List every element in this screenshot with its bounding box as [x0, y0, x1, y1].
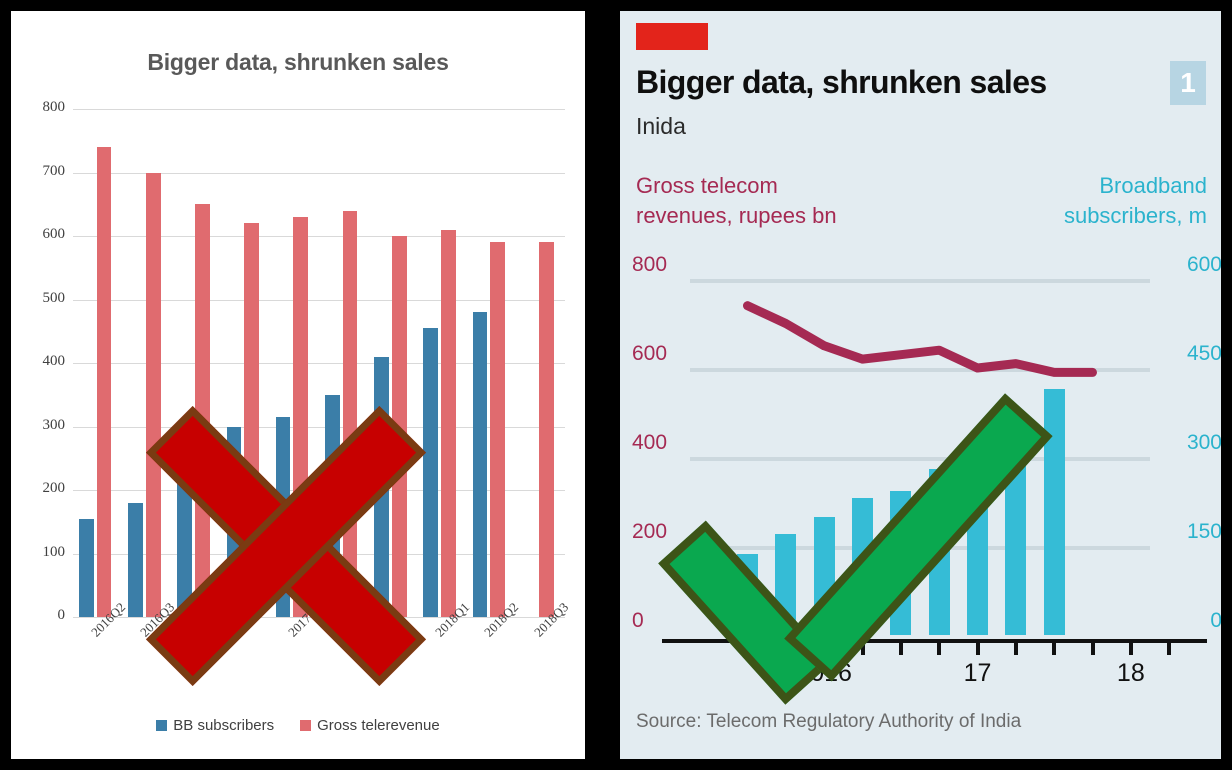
page-title-economist: Bigger data, shrunken sales	[636, 64, 1047, 100]
excel-chart-panel: Bigger data, shrunken sales 0 100 200 300 40…	[11, 11, 585, 759]
x-axis-tick-label: 17	[963, 659, 992, 687]
bar-broadband-subscribers	[851, 497, 874, 635]
x-axis-tick	[1052, 643, 1057, 655]
y-axis-left-tick-label: 600	[632, 342, 668, 365]
chart-number-badge: 1	[1170, 61, 1206, 105]
gridline	[690, 368, 1150, 372]
bar-broadband-subscribers	[813, 516, 835, 635]
excel-plot-area: 0 100 200 300 400 500 600 700 800 2016Q2 2016Q3 201…	[43, 99, 571, 640]
y-axis-tick-label: 800	[42, 99, 66, 115]
x-axis-tick	[745, 643, 750, 655]
x-axis-tick	[783, 643, 788, 655]
bar-bb-subscribers	[374, 356, 389, 617]
legend-swatch-red	[300, 720, 312, 731]
x-axis-tick	[1013, 643, 1018, 655]
bar-bb-subscribers	[324, 394, 340, 617]
x-axis-tick	[1128, 643, 1133, 655]
bar-bb-subscribers	[177, 445, 193, 617]
gridline	[690, 546, 1150, 550]
x-axis-tick-label: 2016	[796, 659, 852, 687]
page-title: Bigger data, shrunken sales	[147, 49, 449, 75]
y-axis-tick-label: 400	[42, 353, 66, 369]
x-axis-line	[662, 639, 1207, 643]
x-axis-tick	[1167, 643, 1172, 655]
comparison-figure: Bigger data, shrunken sales 0 100 200 300 40…	[0, 0, 1232, 770]
x-axis-tick	[860, 643, 865, 655]
y-axis-tick-label: 600	[42, 226, 66, 242]
economist-plot-area: 0 0 200 150 400 300 600 450 800 600	[632, 253, 1221, 635]
bar-bb-subscribers	[472, 312, 488, 617]
bar-gross-telerevenue	[244, 223, 259, 617]
legend-label-bb: BB subscribers	[173, 717, 275, 734]
bar-gross-telerevenue	[539, 242, 555, 617]
bar-broadband-subscribers	[1005, 426, 1027, 635]
gridline	[690, 279, 1150, 283]
gridline	[690, 457, 1150, 461]
source-note: Source: Telecom Regulatory Authority of …	[636, 711, 1022, 732]
left-axis-series-label-line1: Gross telecom	[636, 173, 778, 198]
y-axis-right-tick-label: 150	[1186, 520, 1221, 543]
subtitle: Inida	[636, 113, 686, 139]
legend-label-revenue: Gross telerevenue	[317, 717, 440, 734]
y-axis-left-tick-label: 0	[632, 609, 644, 632]
y-axis-tick-label: 200	[42, 480, 66, 496]
y-axis-tick-label: 100	[42, 543, 66, 560]
bar-broadband-subscribers	[928, 468, 950, 635]
y-axis-right-tick-label: 0	[1210, 609, 1221, 632]
bar-gross-telerevenue	[195, 204, 210, 617]
x-axis-tick	[822, 643, 827, 655]
x-axis-tick-label: 18	[1116, 659, 1145, 687]
y-axis-right-tick-label: 600	[1186, 253, 1221, 276]
bar-gross-telerevenue	[490, 242, 505, 617]
y-axis-tick-label: 300	[42, 416, 66, 433]
bar-gross-telerevenue	[96, 147, 112, 617]
left-axis-series-label: Gross telecom revenues, rupees bn	[636, 171, 886, 230]
bar-bb-subscribers	[226, 426, 242, 617]
bar-gross-telerevenue	[391, 236, 407, 617]
gridline	[73, 109, 565, 110]
bar-broadband-subscribers	[736, 554, 759, 635]
y-axis-left-tick-label: 200	[632, 520, 668, 543]
right-axis-series-label-line1: Broadband	[1099, 173, 1207, 198]
bar-bb-subscribers	[423, 328, 439, 617]
left-axis-series-label-line2: revenues, rupees bn	[636, 202, 837, 228]
y-axis-tick-label: 500	[42, 289, 66, 306]
y-axis-left-tick-label: 800	[632, 253, 668, 276]
bar-bb-subscribers	[128, 502, 143, 617]
bar-gross-telerevenue	[342, 210, 358, 617]
legend-swatch-blue	[156, 720, 168, 731]
bar-gross-telerevenue	[293, 216, 309, 617]
legend-item-revenue: Gross telerevenue	[300, 717, 440, 734]
chart-legend: BB subscribers Gross telerevenue	[11, 717, 585, 734]
right-axis-series-label: Broadband subscribers, m	[957, 171, 1207, 230]
y-axis-right-tick-label: 450	[1186, 342, 1221, 365]
legend-item-bb: BB subscribers	[156, 717, 274, 734]
bar-broadband-subscribers	[966, 445, 989, 635]
bar-bb-subscribers	[78, 518, 94, 617]
bar-broadband-subscribers	[1043, 389, 1065, 635]
x-axis-tick	[1090, 643, 1095, 655]
bar-bb-subscribers	[275, 416, 291, 617]
economist-chart-panel: Bigger data, shrunken sales Inida 1 Gros…	[620, 11, 1221, 759]
x-axis-tick	[975, 643, 980, 655]
y-axis-left-tick-label: 400	[632, 431, 668, 454]
x-axis-tick	[937, 643, 942, 655]
x-axis-tick	[898, 643, 903, 655]
bar-broadband-subscribers	[775, 534, 797, 635]
y-axis-tick-label: 0	[57, 607, 66, 623]
bar-broadband-subscribers	[890, 490, 912, 635]
y-axis-right-tick-label: 300	[1186, 431, 1221, 454]
y-axis-tick-label: 700	[42, 162, 66, 179]
bar-gross-telerevenue	[441, 229, 456, 617]
right-axis-series-label-line2: subscribers, m	[1063, 202, 1207, 228]
brand-mark-icon	[636, 23, 708, 50]
bar-gross-telerevenue	[145, 172, 161, 617]
